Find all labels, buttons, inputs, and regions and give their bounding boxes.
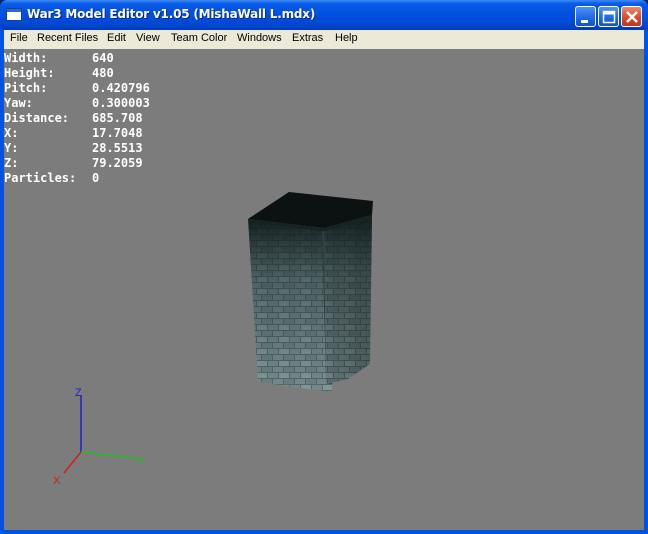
menu-recent-files[interactable]: Recent Files xyxy=(37,32,98,44)
menu-help[interactable]: Help xyxy=(335,32,358,44)
axis-gizmo: Z Y X xyxy=(53,387,146,487)
x-axis-line xyxy=(63,451,82,474)
maximize-button[interactable] xyxy=(598,6,619,27)
menu-view[interactable]: View xyxy=(136,32,160,44)
close-icon xyxy=(626,11,638,23)
app-window: War3 Model Editor v1.05 (MishaWall L.mdx… xyxy=(0,0,648,534)
menu-edit[interactable]: Edit xyxy=(107,32,126,44)
z-axis-label: Z xyxy=(75,387,82,399)
minimize-icon xyxy=(581,20,588,23)
x-axis-label: X xyxy=(53,475,61,487)
menu-file[interactable]: File xyxy=(10,32,28,44)
model-viewport[interactable]: Width: 640 Height: 480 Pitch: 0.420796 Yaw:… xyxy=(4,49,644,530)
menu-extras[interactable]: Extras xyxy=(292,32,323,44)
y-axis-line xyxy=(80,451,140,460)
menu-bar: File Recent Files Edit View Team Color W… xyxy=(4,30,644,49)
window-frame-right xyxy=(644,30,648,534)
close-button[interactable] xyxy=(621,6,642,27)
y-axis-label: Y xyxy=(138,456,146,468)
window-frame-bottom xyxy=(0,530,648,534)
window-title: War3 Model Editor v1.05 (MishaWall L.mdx… xyxy=(27,7,316,21)
menu-windows[interactable]: Windows xyxy=(237,32,282,44)
app-icon[interactable] xyxy=(6,8,22,21)
title-bar[interactable]: War3 Model Editor v1.05 (MishaWall L.mdx… xyxy=(0,0,648,30)
menu-team-color[interactable]: Team Color xyxy=(171,32,227,44)
model-render: Z Y X xyxy=(53,192,373,487)
minimize-button[interactable] xyxy=(575,6,596,27)
maximize-icon xyxy=(602,10,616,24)
wall-model xyxy=(248,192,373,392)
